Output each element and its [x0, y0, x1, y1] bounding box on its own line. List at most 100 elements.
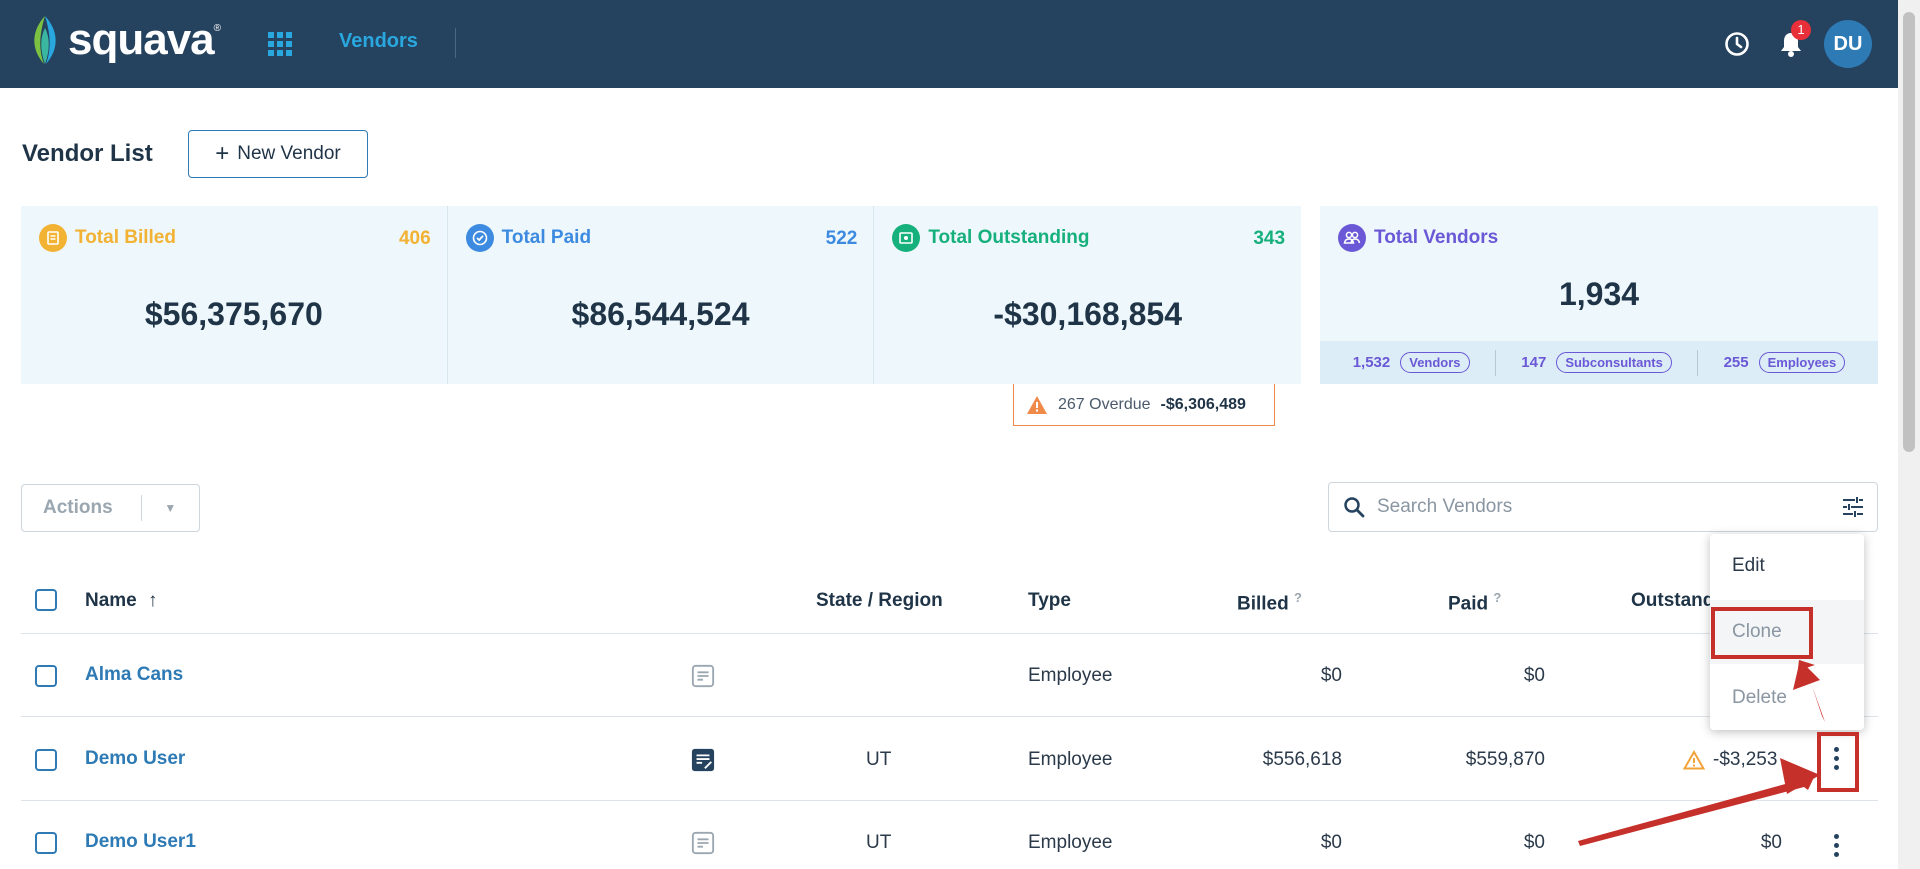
stat-value: 1,934	[1558, 276, 1640, 312]
stat-header: Total Outstanding	[892, 224, 1089, 252]
row-divider	[21, 800, 1878, 801]
leaf-icon	[34, 16, 56, 64]
vendor-breakdown: 1,532 Vendors 147 Subconsultants 255 Emp…	[1320, 341, 1878, 384]
stat-value: $86,544,524	[571, 296, 750, 332]
cash-icon	[892, 224, 921, 252]
vendor-type: Employee	[1028, 832, 1113, 853]
stat-header: Total Billed	[39, 224, 176, 252]
header-name-label: Name	[85, 590, 137, 611]
header-divider	[21, 633, 1878, 634]
column-header-paid[interactable]: Paid ?	[1448, 590, 1501, 615]
breakdown-employees[interactable]: 255 Employees	[1724, 352, 1846, 373]
vendor-billed: $0	[1320, 832, 1342, 853]
stat-total-billed[interactable]: Total Billed 406 $56,375,670	[21, 206, 448, 384]
vendor-name-link[interactable]: Demo User	[85, 748, 185, 770]
kebab-highlight-box	[1817, 732, 1859, 792]
people-icon	[1338, 224, 1366, 252]
vendor-type: Employee	[1028, 665, 1113, 686]
scrollbar-thumb[interactable]	[1903, 12, 1915, 452]
stat-header: Total Paid	[465, 224, 592, 252]
vendor-paid: $0	[1523, 832, 1545, 853]
breakdown-count: 255	[1723, 354, 1749, 371]
row-divider	[21, 716, 1878, 717]
header-paid-label: Paid	[1448, 593, 1489, 615]
note-outline-icon[interactable]	[691, 664, 715, 688]
user-avatar[interactable]: DU	[1824, 20, 1872, 68]
stat-count: 406	[398, 228, 431, 249]
overdue-badge[interactable]: 267 Overdue -$6,306,489	[1013, 384, 1275, 426]
vendor-paid: $559,870	[1465, 749, 1545, 770]
row-checkbox[interactable]	[35, 665, 57, 687]
select-all-checkbox[interactable]	[35, 589, 57, 611]
check-circle-icon	[465, 224, 494, 252]
warning-icon	[1027, 395, 1047, 414]
warning-icon	[1683, 750, 1705, 770]
vendor-type: Employee	[1028, 749, 1113, 770]
column-header-name[interactable]: Name ↑	[85, 590, 158, 612]
stat-label: Total Outstanding	[928, 227, 1090, 248]
menu-item-delete[interactable]: Delete	[1710, 666, 1864, 730]
actions-label: Actions	[43, 497, 113, 518]
plus-icon: +	[215, 140, 230, 167]
vendor-billed: $0	[1320, 665, 1342, 686]
notification-count-badge: 1	[1791, 20, 1811, 40]
clone-highlight-box	[1711, 607, 1813, 659]
breakdown-subconsultants[interactable]: 147 Subconsultants	[1521, 352, 1672, 373]
sort-ascending-icon[interactable]: ↑	[148, 590, 158, 611]
column-header-billed[interactable]: Billed ?	[1237, 590, 1302, 615]
actions-dropdown[interactable]: Actions ▼	[21, 484, 200, 532]
search-box	[1328, 482, 1878, 532]
breakdown-pill: Employees	[1758, 352, 1846, 373]
divider	[1494, 349, 1496, 376]
history-clock-icon[interactable]	[1724, 31, 1750, 57]
nav-vendors-link[interactable]: Vendors	[339, 30, 418, 53]
vendor-name-link[interactable]: Demo User1	[85, 831, 196, 853]
new-vendor-label: New Vendor	[237, 143, 341, 164]
stat-label: Total Paid	[501, 227, 592, 248]
vendor-billed: $556,618	[1262, 749, 1342, 770]
top-navigation-bar: squava ® Vendors 1 DU	[0, 0, 1898, 88]
note-filled-icon[interactable]	[691, 748, 715, 772]
row-checkbox[interactable]	[35, 749, 57, 771]
breakdown-count: 1,532	[1352, 354, 1391, 371]
stat-header: Total Vendors	[1338, 224, 1498, 252]
brand-name: squava	[68, 15, 215, 64]
breakdown-count: 147	[1521, 354, 1547, 371]
caret-down-icon[interactable]: ▼	[142, 501, 199, 515]
vendor-outstanding: $0	[1760, 832, 1782, 853]
search-input[interactable]	[1377, 496, 1817, 518]
menu-item-edit[interactable]: Edit	[1710, 534, 1864, 598]
stat-total-vendors[interactable]: Total Vendors 1,934 1,532 Vendors 147 Su…	[1320, 206, 1878, 384]
row-actions-kebab-icon[interactable]	[1833, 834, 1839, 857]
divider	[1697, 349, 1699, 376]
squava-logo[interactable]: squava ®	[28, 14, 221, 66]
vendor-paid: $0	[1523, 665, 1545, 686]
help-icon[interactable]: ?	[1294, 590, 1302, 605]
new-vendor-button[interactable]: + New Vendor	[188, 130, 368, 178]
stat-label: Total Billed	[75, 227, 176, 248]
search-icon	[1344, 497, 1365, 518]
breakdown-vendors[interactable]: 1,532 Vendors	[1353, 352, 1470, 373]
column-header-type[interactable]: Type	[1028, 590, 1071, 612]
vendor-name-link[interactable]: Alma Cans	[85, 664, 183, 686]
column-header-state[interactable]: State / Region	[816, 590, 943, 612]
apps-grid-icon[interactable]	[268, 32, 292, 56]
page-title: Vendor List	[22, 140, 153, 167]
header-billed-label: Billed	[1237, 593, 1289, 615]
invoice-icon	[39, 224, 67, 252]
help-icon[interactable]: ?	[1493, 590, 1501, 605]
stat-count: 522	[825, 228, 858, 249]
stat-total-paid[interactable]: Total Paid 522 $86,544,524	[448, 206, 875, 384]
note-outline-icon[interactable]	[691, 831, 715, 855]
stat-value: -$30,168,854	[993, 296, 1182, 332]
overdue-label: 267 Overdue	[1058, 395, 1151, 413]
overdue-amount: -$6,306,489	[1160, 395, 1246, 413]
column-header-outstanding[interactable]: Outstand	[1631, 590, 1714, 612]
brand-registered-mark: ®	[213, 22, 222, 34]
stat-value: $56,375,670	[144, 296, 323, 332]
filter-sliders-icon[interactable]	[1841, 496, 1865, 518]
stat-total-outstanding[interactable]: Total Outstanding 343 -$30,168,854	[874, 206, 1301, 384]
row-checkbox[interactable]	[35, 832, 57, 854]
stat-label: Total Vendors	[1374, 227, 1499, 248]
breakdown-pill: Vendors	[1400, 352, 1470, 373]
